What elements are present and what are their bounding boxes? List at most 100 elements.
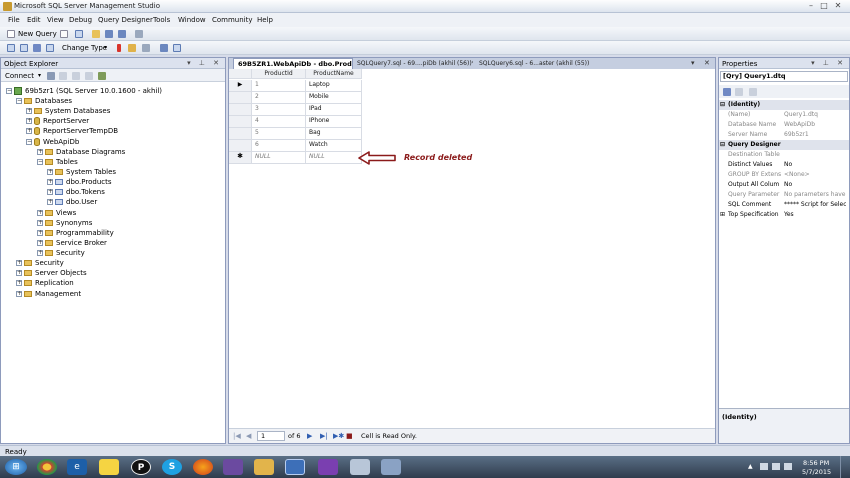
tray-chevron-icon[interactable]: ▲ <box>748 463 753 470</box>
media-player-icon[interactable] <box>223 459 243 475</box>
clock-time[interactable]: 8:56 PM <box>803 459 829 467</box>
sticky-notes-icon[interactable] <box>99 459 119 475</box>
previous-record-icon[interactable]: ◀ <box>246 432 251 440</box>
property-row[interactable]: Database Name WebApiDb <box>719 120 849 130</box>
menu-help[interactable]: Help <box>257 16 273 24</box>
results-pane-icon[interactable] <box>46 44 54 52</box>
diagram-pane-icon[interactable] <box>7 44 15 52</box>
menu-window[interactable]: Window <box>178 16 206 24</box>
first-record-icon[interactable]: |◀ <box>233 432 241 440</box>
property-row[interactable]: Distinct Values No <box>719 160 849 170</box>
paint-icon[interactable] <box>350 459 370 475</box>
tree-server-objects[interactable]: + Server Objects <box>16 268 87 278</box>
ssms-icon[interactable] <box>285 459 305 475</box>
new-row-id[interactable]: NULL <box>252 152 306 164</box>
column-header-productname[interactable]: ProductName <box>306 69 362 79</box>
sql-pane-icon[interactable] <box>33 44 41 52</box>
tab-sqlquery7[interactable]: SQLQuery7.sql - 69....piDb (akhil (56))* <box>355 59 473 69</box>
stop-record-icon[interactable]: ■ <box>346 432 353 440</box>
category-identity[interactable]: ⊟ (Identity) <box>719 100 849 110</box>
start-button-icon[interactable]: ⊞ <box>5 459 27 475</box>
row-selector-new-icon[interactable]: ✱ <box>229 152 252 164</box>
new-query-button[interactable]: New Query <box>18 30 57 38</box>
tree-tokens[interactable]: + dbo.Tokens <box>47 187 105 197</box>
property-row[interactable]: SQL Comment ***** Script for SelectT <box>719 200 849 210</box>
column-header-productid[interactable]: ProductId <box>252 69 306 79</box>
table-row-name[interactable]: Bag <box>306 128 362 140</box>
expand-icon[interactable]: + <box>37 210 43 216</box>
property-row[interactable]: (Name) Query1.dtq <box>719 110 849 120</box>
menu-debug[interactable]: Debug <box>69 16 92 24</box>
tree-management[interactable]: + Management <box>16 289 81 299</box>
page-number-input[interactable]: 1 <box>257 431 285 441</box>
expand-icon[interactable]: + <box>37 250 43 256</box>
tree-synonyms[interactable]: + Synonyms <box>37 218 92 228</box>
tree-webapidb[interactable]: − WebApiDb <box>26 137 79 147</box>
disconnect-icon[interactable] <box>47 72 55 80</box>
alphabetical-icon[interactable] <box>735 88 743 96</box>
table-row-id[interactable]: 5 <box>252 128 306 140</box>
menu-view[interactable]: View <box>47 16 64 24</box>
property-row[interactable]: Output All Colum No <box>719 180 849 190</box>
file-explorer-icon[interactable] <box>254 459 274 475</box>
expand-icon[interactable]: + <box>37 240 43 246</box>
row-selector[interactable] <box>229 104 252 116</box>
chrome-icon[interactable] <box>37 459 57 475</box>
menu-community[interactable]: Community <box>212 16 253 24</box>
tree-user[interactable]: + dbo.User <box>47 197 97 207</box>
tab-products[interactable]: 69B5ZR1.WebApiDb - dbo.Products <box>233 58 353 69</box>
expand-icon[interactable]: + <box>26 118 32 124</box>
app-icon[interactable] <box>381 459 401 475</box>
collapse-icon[interactable]: − <box>6 88 12 94</box>
add-derived-table-icon[interactable] <box>173 44 181 52</box>
file-icon[interactable] <box>60 30 68 38</box>
print-icon[interactable] <box>135 30 143 38</box>
table-row-name[interactable]: Mobile <box>306 92 362 104</box>
table-row-id[interactable]: 4 <box>252 116 306 128</box>
tree-db-security[interactable]: + Security <box>37 248 85 258</box>
tree-system-databases[interactable]: + System Databases <box>26 106 110 116</box>
table-row-name[interactable]: Watch <box>306 140 362 152</box>
tree-report-server[interactable]: + ReportServer <box>26 116 89 126</box>
menu-file[interactable]: File <box>8 16 20 24</box>
properties-object-select[interactable]: [Qry] Query1.dtq <box>720 71 848 82</box>
property-row[interactable]: ⊞ Top Specification Yes <box>719 210 849 220</box>
group-by-icon[interactable] <box>142 44 150 52</box>
expand-icon[interactable]: + <box>47 189 53 195</box>
expand-icon[interactable]: + <box>47 179 53 185</box>
tree-replication[interactable]: + Replication <box>16 278 74 288</box>
tree-tables[interactable]: − Tables <box>37 157 78 167</box>
property-row[interactable]: Query Parameter No parameters have b <box>719 190 849 200</box>
tree-report-server-temp[interactable]: + ReportServerTempDB <box>26 126 118 136</box>
save-all-icon[interactable] <box>118 30 126 38</box>
table-row-name[interactable]: Laptop <box>306 80 362 92</box>
tree-databases[interactable]: − Databases <box>16 96 72 106</box>
collapse-icon[interactable]: − <box>37 159 43 165</box>
tab-sqlquery6[interactable]: SQLQuery6.sql - 6...aster (akhil (55)) <box>477 59 589 69</box>
visual-studio-icon[interactable] <box>318 459 338 475</box>
tree-programmability[interactable]: + Programmability <box>37 228 114 238</box>
table-row-id[interactable]: 1 <box>252 80 306 92</box>
expand-icon[interactable]: + <box>37 149 43 155</box>
collapse-icon[interactable]: − <box>26 139 32 145</box>
category-query-designer[interactable]: ⊟ Query Designer <box>719 140 849 150</box>
table-row-name[interactable]: IPhone <box>306 116 362 128</box>
firefox-icon[interactable] <box>193 459 213 475</box>
property-pages-icon[interactable] <box>749 88 757 96</box>
expand-icon[interactable]: + <box>16 260 22 266</box>
execute-icon[interactable] <box>117 44 121 52</box>
property-row[interactable]: Destination Table <box>719 150 849 160</box>
tree-database-diagrams[interactable]: + Database Diagrams <box>37 147 125 157</box>
tab-list-icon[interactable]: ▾ <box>691 59 695 67</box>
expand-icon[interactable]: + <box>26 128 32 134</box>
tree-products[interactable]: + dbo.Products <box>47 177 112 187</box>
tree-views[interactable]: + Views <box>37 208 76 218</box>
expand-icon[interactable]: + <box>16 280 22 286</box>
clock-date[interactable]: 5/7/2015 <box>802 468 831 476</box>
p-app-icon[interactable]: P <box>131 459 151 475</box>
last-record-icon[interactable]: ▶| <box>320 432 328 440</box>
criteria-pane-icon[interactable] <box>20 44 28 52</box>
table-row-id[interactable]: 3 <box>252 104 306 116</box>
row-selector[interactable] <box>229 116 252 128</box>
categorized-icon[interactable] <box>723 88 731 96</box>
